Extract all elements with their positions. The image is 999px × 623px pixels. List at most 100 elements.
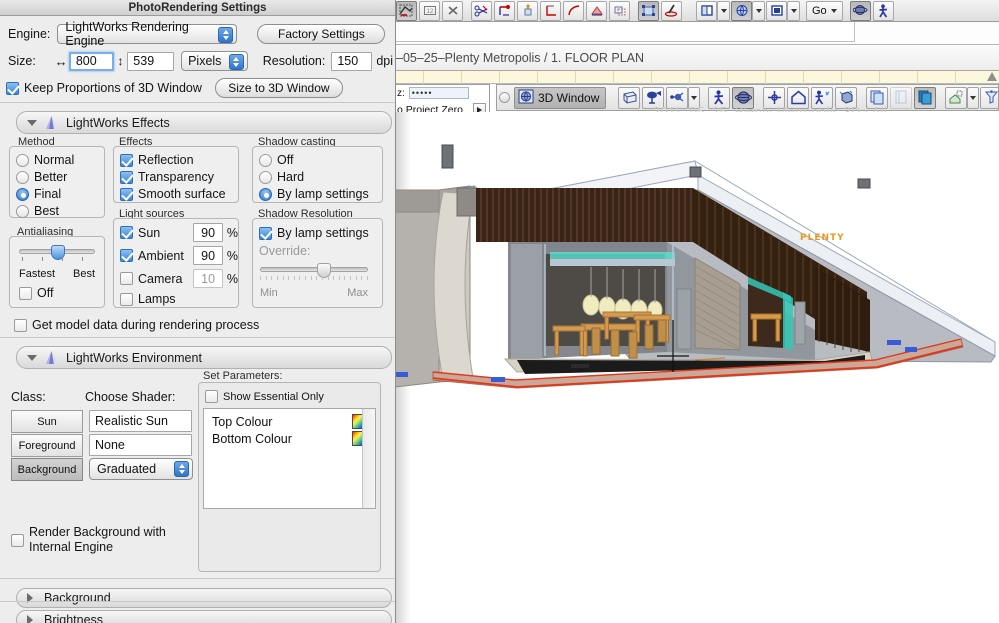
chevron-down-icon[interactable] (27, 355, 37, 361)
ruler-scroll-arrow-icon[interactable] (987, 72, 997, 81)
light-source-camera-row[interactable]: Camera 10 % (120, 269, 238, 288)
chevron-updown-icon[interactable] (174, 461, 189, 477)
render-background-row[interactable]: Render Background with Internal Engine (11, 525, 166, 555)
lightworks-environment-section-header[interactable]: LightWorks Environment (16, 346, 392, 369)
method-option-final[interactable]: Final (16, 187, 104, 201)
layout-icon[interactable] (766, 1, 787, 21)
scissors-x-icon[interactable] (442, 1, 463, 21)
dimension-icon[interactable]: 12 (419, 1, 440, 21)
keep-proportions-checkbox[interactable] (6, 82, 19, 95)
light-camera-checkbox[interactable] (120, 272, 133, 285)
marquee-icon[interactable] (396, 1, 417, 21)
size-units-select[interactable]: Pixels (181, 51, 248, 71)
shadow-casting-bylamp-row[interactable]: By lamp settings (259, 187, 382, 201)
curve-icon[interactable] (563, 1, 584, 21)
go-button[interactable]: Go (806, 1, 843, 21)
shader-field-sun[interactable]: Realistic Sun (89, 410, 192, 432)
chevron-down-icon[interactable] (27, 120, 37, 126)
keep-proportions-label: Keep Proportions of 3D Window (24, 81, 202, 95)
layout-dropdown-arrow-icon[interactable] (787, 1, 800, 21)
shadow-casting-off-label: Off (277, 153, 293, 167)
light-camera-input[interactable]: 10 (193, 269, 222, 288)
antialiasing-off-checkbox[interactable] (19, 287, 32, 300)
light-source-ambient-row[interactable]: Ambient 90 % (120, 246, 238, 265)
window-icon[interactable] (696, 1, 717, 21)
offset-icon[interactable] (586, 1, 607, 21)
light-source-sun-row[interactable]: Sun 90 % (120, 223, 238, 242)
class-button-sun[interactable]: Sun (11, 410, 83, 433)
antialiasing-off-checkbox-row[interactable]: Off (19, 286, 95, 300)
shadow-resolution-override-label: Override: (259, 244, 382, 258)
fill-icon[interactable] (517, 1, 538, 21)
show-essential-only-checkbox[interactable] (205, 390, 218, 403)
factory-settings-button[interactable]: Factory Settings (257, 24, 385, 44)
effect-smooth-surface-checkbox[interactable] (120, 188, 133, 201)
walk-icon[interactable] (873, 1, 894, 21)
dialog-titlebar[interactable]: PhotoRendering Settings (0, 0, 395, 16)
show-essential-only-row[interactable]: Show Essential Only (205, 390, 324, 403)
app-top-toolbar[interactable]: 12 (395, 0, 999, 22)
photorendering-settings-dialog[interactable]: PhotoRendering Settings Engine: LightWor… (0, 0, 396, 623)
get-model-data-checkbox[interactable] (14, 319, 27, 332)
shadow-resolution-bylamp-checkbox[interactable] (259, 227, 272, 240)
class-button-foreground[interactable]: Foreground (11, 434, 83, 457)
multiply-icon[interactable] (609, 1, 630, 21)
group-icon[interactable] (638, 1, 659, 21)
parameters-list-scrollbar[interactable] (362, 409, 375, 508)
shadow-casting-hard-radio[interactable] (259, 171, 272, 184)
brightness-section-header[interactable]: Brightness (16, 610, 392, 623)
adjust-icon[interactable] (494, 1, 515, 21)
effect-smooth-surface-row[interactable]: Smooth surface (120, 187, 238, 201)
render-background-checkbox[interactable] (11, 534, 24, 547)
light-ambient-input[interactable]: 90 (193, 246, 222, 265)
split-icon[interactable] (471, 1, 492, 21)
effect-transparency-checkbox[interactable] (120, 171, 133, 184)
corner-icon[interactable] (540, 1, 561, 21)
effect-reflection-checkbox[interactable] (120, 154, 133, 167)
size-height-input[interactable]: 539 (127, 52, 174, 71)
shader-value-background: Graduated (97, 462, 156, 476)
light-sun-input[interactable]: 90 (193, 223, 222, 242)
3d-viewport-canvas[interactable]: PLENTY (395, 112, 999, 623)
light-lamps-checkbox[interactable] (120, 293, 133, 306)
light-ambient-checkbox[interactable] (120, 249, 133, 262)
method-option-better[interactable]: Better (16, 170, 104, 184)
method-option-normal[interactable]: Normal (16, 153, 104, 167)
globe-dropdown-arrow-icon[interactable] (752, 1, 765, 21)
effect-transparency-row[interactable]: Transparency (120, 170, 238, 184)
window-dropdown-arrow-icon[interactable] (717, 1, 730, 21)
engine-select[interactable]: LightWorks Rendering Engine (57, 24, 237, 44)
size-to-3d-window-button[interactable]: Size to 3D Window (215, 78, 343, 98)
light-source-lamps-row[interactable]: Lamps (120, 292, 238, 306)
toolbar-grip-icon[interactable] (499, 92, 510, 103)
class-button-background[interactable]: Background (11, 458, 83, 481)
parameter-row-top-colour[interactable]: Top Colour (204, 413, 375, 430)
shader-select-background[interactable]: Graduated (89, 458, 193, 480)
active-document-tab[interactable] (395, 22, 855, 42)
chevron-updown-icon[interactable] (218, 27, 233, 43)
parameter-row-bottom-colour[interactable]: Bottom Colour (204, 430, 375, 447)
shadow-resolution-slider-track[interactable] (260, 267, 368, 272)
size-width-input[interactable]: 800 (69, 52, 114, 71)
method-option-best[interactable]: Best (16, 204, 104, 218)
pen-edit-icon[interactable] (661, 1, 682, 21)
shadow-casting-hard-row[interactable]: Hard (259, 170, 382, 184)
resolution-input[interactable]: 150 (331, 52, 372, 71)
background-section-header[interactable]: Background (16, 588, 392, 608)
shadow-casting-off-radio[interactable] (259, 154, 272, 167)
orbit-icon[interactable] (850, 1, 871, 21)
get-model-data-row[interactable]: Get model data during rendering process (14, 318, 259, 332)
antialiasing-slider-track[interactable] (19, 249, 95, 254)
light-sun-checkbox[interactable] (120, 226, 133, 239)
shadow-resolution-bylamp-row[interactable]: By lamp settings (259, 226, 382, 240)
chevron-right-icon[interactable] (27, 615, 33, 623)
shadow-casting-bylamp-radio[interactable] (259, 188, 272, 201)
shadow-casting-off-row[interactable]: Off (259, 153, 382, 167)
globe-icon[interactable] (731, 1, 752, 21)
chevron-updown-icon[interactable] (229, 54, 244, 70)
parameters-list[interactable]: Top Colour Bottom Colour (203, 408, 376, 509)
effect-reflection-row[interactable]: Reflection (120, 153, 238, 167)
lightworks-effects-section-header[interactable]: LightWorks Effects (16, 111, 392, 134)
shader-field-foreground[interactable]: None (89, 434, 192, 456)
info-box-value[interactable]: ••••• (409, 87, 469, 99)
